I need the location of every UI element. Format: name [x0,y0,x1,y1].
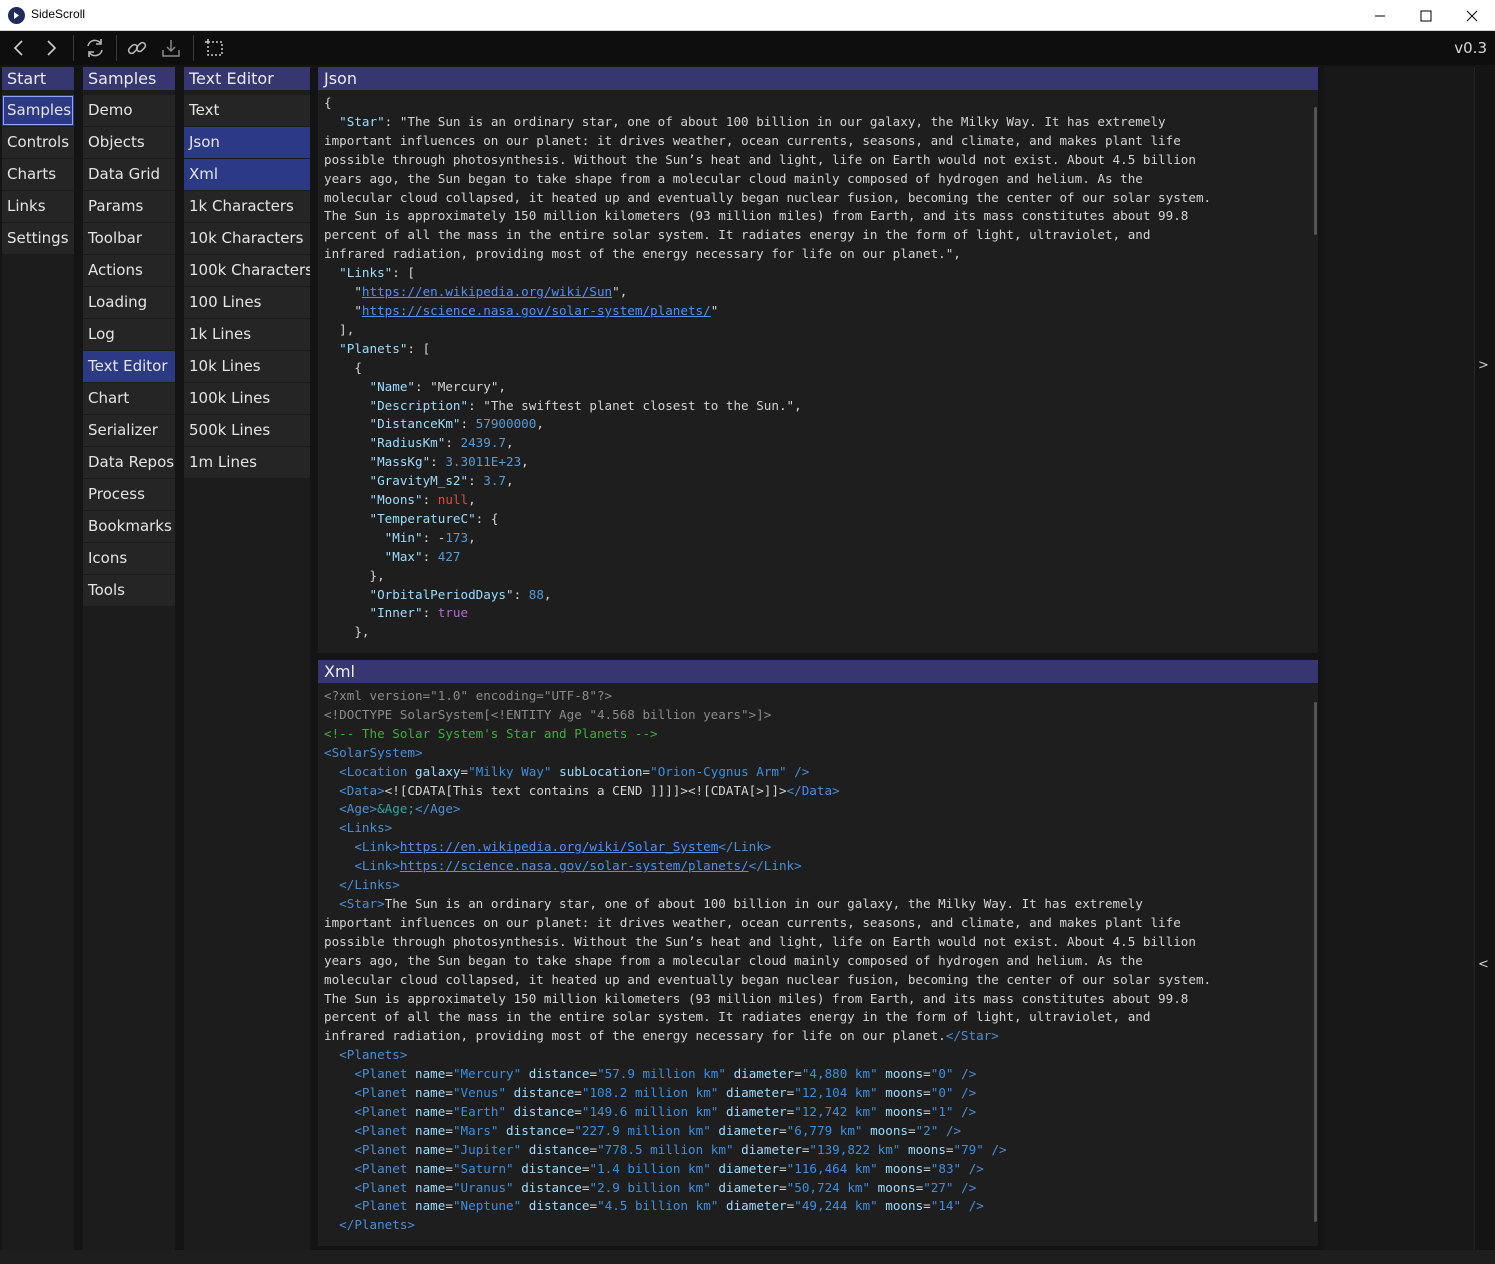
samples-item-bookmarks[interactable]: Bookmarks [83,511,175,542]
json-scrollbar[interactable] [1314,107,1317,235]
text-editor-item-100k-lines[interactable]: 100k Lines [184,383,310,414]
text-editor-item-10k-lines[interactable]: 10k Lines [184,351,310,382]
text-editor-item-1m-lines[interactable]: 1m Lines [184,447,310,478]
toolbar: v0.3 [0,31,1495,65]
toolbar-separator [73,35,74,61]
sidescroll-logo-icon [8,7,25,24]
text-editor-item-text[interactable]: Text [184,95,310,126]
window-title: SideScroll [31,7,86,21]
start-item-settings[interactable]: Settings [2,223,74,254]
crop-select-icon[interactable] [202,35,228,61]
start-column-title: Start [2,67,74,90]
text-editor-item-xml[interactable]: Xml [184,159,310,190]
samples-item-toolbar[interactable]: Toolbar [83,223,175,254]
status-bar [0,1250,1495,1264]
samples-item-actions[interactable]: Actions [83,255,175,286]
refresh-icon[interactable] [82,35,108,61]
link-nasa-planets-xml[interactable]: https://science.nasa.gov/solar-system/pl… [400,858,749,873]
samples-item-data-repos[interactable]: Data Repos [83,447,175,478]
samples-item-loading[interactable]: Loading [83,287,175,318]
xml-panel-title: Xml [318,660,1318,683]
maximize-icon[interactable] [1403,0,1449,31]
start-item-controls[interactable]: Controls [2,127,74,158]
text-editor-column: Text Editor Text Json Xml 1k Characters … [184,67,310,1250]
toolbar-separator [116,35,117,61]
samples-item-tools[interactable]: Tools [83,575,175,606]
samples-item-icons[interactable]: Icons [83,543,175,574]
xml-editor[interactable]: <?xml version="1.0" encoding="UTF-8"?> <… [318,683,1318,1246]
samples-column-title: Samples [83,67,175,90]
collapse-arrow-icon[interactable]: < [1478,957,1489,972]
text-editor-item-10k-characters[interactable]: 10k Characters [184,223,310,254]
close-icon[interactable] [1449,0,1495,31]
samples-item-log[interactable]: Log [83,319,175,350]
samples-column: Samples Demo Objects Data Grid Params To… [83,67,175,1250]
link-wikipedia-sun[interactable]: https://en.wikipedia.org/wiki/Sun [362,284,612,299]
text-editor-item-1k-characters[interactable]: 1k Characters [184,191,310,222]
link-nasa-planets[interactable]: https://science.nasa.gov/solar-system/pl… [362,303,711,318]
text-editor-item-500k-lines[interactable]: 500k Lines [184,415,310,446]
link-wikipedia-solar-system[interactable]: https://en.wikipedia.org/wiki/Solar_Syst… [400,839,718,854]
side-strip [1474,67,1495,1250]
samples-item-chart[interactable]: Chart [83,383,175,414]
link-icon[interactable] [124,35,150,61]
samples-item-serializer[interactable]: Serializer [83,415,175,446]
download-icon[interactable] [158,35,184,61]
samples-item-demo[interactable]: Demo [83,95,175,126]
samples-item-process[interactable]: Process [83,479,175,510]
text-editor-item-json[interactable]: Json [184,127,310,158]
expand-arrow-icon[interactable]: > [1478,358,1489,373]
samples-item-text-editor[interactable]: Text Editor [83,351,175,382]
chevron-right-icon[interactable] [38,35,64,61]
minimize-icon[interactable] [1357,0,1403,31]
json-panel: Json { "Star": "The Sun is an ordinary s… [318,67,1318,653]
text-editor-column-title: Text Editor [184,67,310,90]
samples-item-data-grid[interactable]: Data Grid [83,159,175,190]
start-item-charts[interactable]: Charts [2,159,74,190]
start-item-samples[interactable]: Samples [2,95,74,126]
xml-scrollbar[interactable] [1314,702,1317,1222]
chevron-left-icon[interactable] [6,35,32,61]
detail-area [1324,67,1474,1250]
start-column: Start Samples Controls Charts Links Sett… [2,67,74,1250]
title-bar: SideScroll [0,0,1495,31]
start-item-links[interactable]: Links [2,191,74,222]
text-editor-item-100k-characters[interactable]: 100k Characters [184,255,310,286]
text-editor-item-1k-lines[interactable]: 1k Lines [184,319,310,350]
toolbar-separator [193,35,194,61]
version-label: v0.3 [1454,39,1487,57]
samples-item-params[interactable]: Params [83,191,175,222]
xml-panel: Xml <?xml version="1.0" encoding="UTF-8"… [318,660,1318,1246]
json-panel-title: Json [318,67,1318,90]
json-editor[interactable]: { "Star": "The Sun is an ordinary star, … [318,90,1318,653]
text-editor-item-100-lines[interactable]: 100 Lines [184,287,310,318]
samples-item-objects[interactable]: Objects [83,127,175,158]
